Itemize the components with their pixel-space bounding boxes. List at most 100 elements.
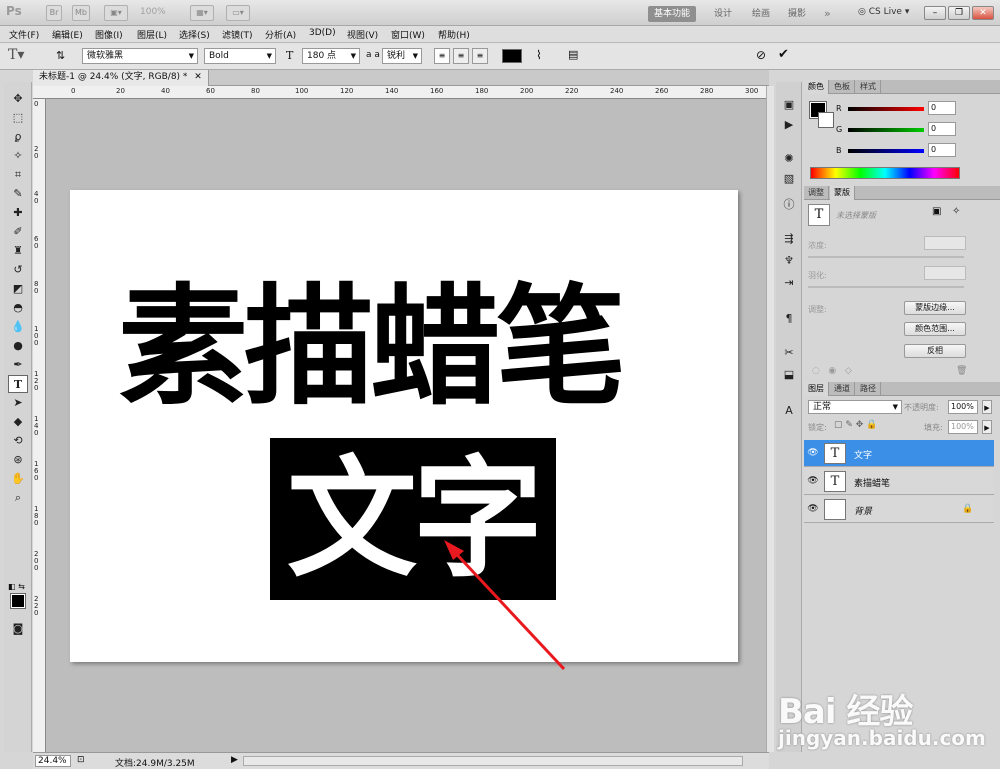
restore-button[interactable]: ❐ (948, 6, 970, 20)
arrange-documents-button[interactable]: ▦▾ (190, 5, 214, 21)
crop-tool-icon[interactable]: ⌗ (8, 166, 28, 184)
tab-masks[interactable]: 蒙版 (830, 186, 855, 200)
workspace-design[interactable]: 设计 (708, 6, 738, 22)
workspace-photography[interactable]: 摄影 (782, 6, 812, 22)
tab-adjustments[interactable]: 调整 (804, 186, 829, 200)
menu-filter[interactable]: 滤镜(T) (222, 28, 253, 41)
workspace-painting[interactable]: 绘画 (746, 6, 776, 22)
lock-icons[interactable]: ▢ ✎ ✥ 🔒 (834, 420, 877, 430)
more-workspaces-button[interactable]: » (818, 6, 837, 22)
tab-styles[interactable]: 样式 (856, 80, 881, 94)
history-brush-icon[interactable]: ↺ (8, 261, 28, 279)
screen-mode-button[interactable]: ▭▾ (226, 5, 250, 21)
lasso-tool-icon[interactable]: ϼ (8, 128, 28, 146)
paint-bucket-icon[interactable]: ◓ (8, 299, 28, 317)
3d-rotate-icon[interactable]: ⟲ (8, 432, 28, 450)
green-value[interactable]: 0 (928, 122, 956, 136)
status-zoom-field[interactable]: 24.4% (35, 755, 71, 767)
info-icon[interactable]: ⓘ (780, 196, 798, 214)
fill-field[interactable]: 100% (948, 420, 978, 434)
antialias-select[interactable]: 锐利 ▼ (382, 48, 422, 64)
status-arrow-icon[interactable]: ▶ (231, 755, 238, 765)
vector-mask-icon[interactable]: ✧ (952, 206, 960, 217)
blend-mode-select[interactable]: 正常 ▼ (808, 400, 902, 414)
clone-source-icon[interactable]: ♆ (780, 252, 798, 270)
actions-icon[interactable]: ▶ (780, 116, 798, 134)
vertical-scrollbar[interactable] (766, 86, 774, 752)
red-value[interactable]: 0 (928, 101, 956, 115)
commit-icon[interactable]: ✔ (778, 47, 789, 62)
3d-icon[interactable]: ✺ (780, 150, 798, 168)
opacity-arrow-icon[interactable]: ▶ (982, 400, 992, 414)
history-icon[interactable]: ▣ (780, 96, 798, 114)
color-panel-background[interactable] (818, 112, 834, 128)
layer-row[interactable]: 👁 T 文字 (804, 440, 994, 467)
tools-icon[interactable]: ✂ (780, 344, 798, 362)
menu-analysis[interactable]: 分析(A) (265, 28, 296, 41)
navigator-icon[interactable]: ▧ (780, 170, 798, 188)
align-right-button[interactable]: ≡ (472, 48, 488, 64)
font-size-select[interactable]: 180 点 ▼ (302, 48, 360, 64)
pixel-mask-icon[interactable]: ▣ (932, 206, 941, 217)
status-menu-icon[interactable]: ⊡ (77, 755, 85, 765)
healing-brush-icon[interactable]: ✚ (8, 204, 28, 222)
warp-text-icon[interactable]: ⌇ (536, 48, 542, 62)
stamp-icon[interactable]: ⬓ (780, 366, 798, 384)
blue-slider[interactable] (848, 149, 924, 153)
minimize-button[interactable]: – (924, 6, 946, 20)
document-tab[interactable]: 未标题-1 @ 24.4% (文字, RGB/8) * ✕ (33, 70, 209, 86)
tab-layers[interactable]: 图层 (804, 382, 829, 396)
quick-mask-icon[interactable]: ◙ (8, 620, 28, 638)
menu-file[interactable]: 文件(F) (9, 28, 39, 41)
marquee-tool-icon[interactable]: ⬚ (8, 109, 28, 127)
clone-stamp-icon[interactable]: ♜ (8, 242, 28, 260)
color-range-button[interactable]: 颜色范围... (904, 322, 966, 336)
cs-live-button[interactable]: ◎ CS Live ▾ (858, 7, 909, 17)
color-spectrum[interactable] (810, 167, 960, 179)
quick-select-tool-icon[interactable]: ✧ (8, 147, 28, 165)
eye-icon[interactable]: 👁 (806, 473, 820, 489)
orientation-toggle-icon[interactable]: ⇅ (56, 49, 65, 62)
zoom-tool-icon[interactable]: ⌕ (8, 489, 28, 507)
menu-window[interactable]: 窗口(W) (391, 28, 425, 41)
tab-channels[interactable]: 通道 (830, 382, 855, 396)
fill-arrow-icon[interactable]: ▶ (982, 420, 992, 434)
view-extras-button[interactable]: ▣▾ (104, 5, 128, 21)
close-button[interactable]: ✕ (972, 6, 994, 20)
character-panel-icon[interactable]: ▤ (568, 48, 578, 61)
opacity-field[interactable]: 100% (948, 400, 978, 414)
tab-swatches[interactable]: 色板 (830, 80, 855, 94)
menu-edit[interactable]: 编辑(E) (52, 28, 83, 41)
close-tab-icon[interactable]: ✕ (194, 72, 202, 82)
brush-tool-icon[interactable]: ✐ (8, 223, 28, 241)
red-slider[interactable] (848, 107, 924, 111)
align-left-button[interactable]: ≡ (434, 48, 450, 64)
font-style-select[interactable]: Bold ▼ (204, 48, 276, 64)
menu-view[interactable]: 视图(V) (347, 28, 378, 41)
blur-tool-icon[interactable]: 💧 (8, 318, 28, 336)
default-colors-icon[interactable]: ◧ ⇆ (8, 582, 25, 591)
dodge-tool-icon[interactable]: ● (8, 337, 28, 355)
canvas-area[interactable]: 素描蜡笔 文字 (46, 99, 766, 752)
type-tool-preset-icon[interactable]: T▾ (8, 47, 24, 63)
paragraph-icon[interactable]: ¶ (780, 310, 798, 328)
menu-help[interactable]: 帮助(H) (438, 28, 470, 41)
invert-button[interactable]: 反相 (904, 344, 966, 358)
blue-value[interactable]: 0 (928, 143, 956, 157)
hand-tool-icon[interactable]: ✋ (8, 470, 28, 488)
menu-3d[interactable]: 3D(D) (309, 28, 336, 38)
eyedropper-tool-icon[interactable]: ✎ (8, 185, 28, 203)
tab-paths[interactable]: 路径 (856, 382, 881, 396)
green-slider[interactable] (848, 128, 924, 132)
zoom-level[interactable]: 100% (140, 7, 166, 17)
layer-row[interactable]: 👁 T 素描蜡笔 (804, 468, 994, 495)
eraser-tool-icon[interactable]: ◩ (8, 280, 28, 298)
3d-orbit-icon[interactable]: ⊛ (8, 451, 28, 469)
type-tool-icon[interactable]: T (8, 375, 28, 393)
foreground-color-swatch[interactable] (10, 593, 26, 609)
eye-icon[interactable]: 👁 (806, 501, 820, 517)
font-family-select[interactable]: 微软雅黑 ▼ (82, 48, 198, 64)
tool-presets-icon[interactable]: ⇥ (780, 274, 798, 292)
menu-layer[interactable]: 图层(L) (137, 28, 167, 41)
cancel-icon[interactable]: ⊘ (756, 48, 766, 62)
